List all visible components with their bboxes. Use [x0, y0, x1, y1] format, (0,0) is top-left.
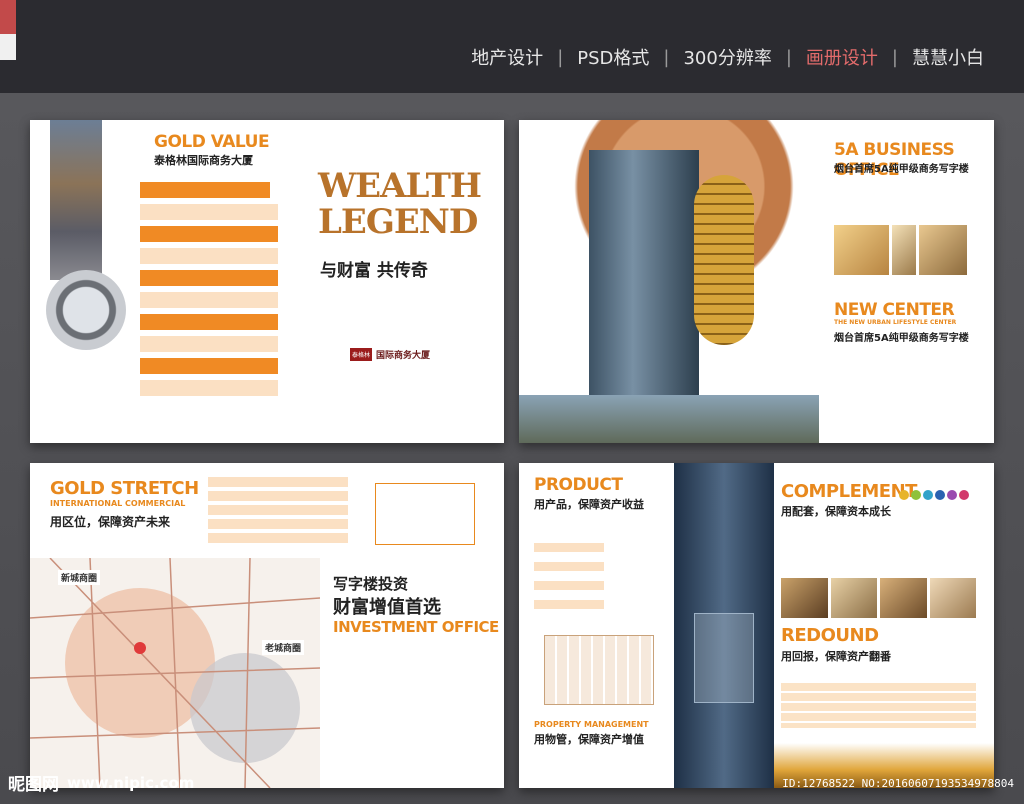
tag-list: [208, 477, 348, 547]
nav-item-real-estate[interactable]: 地产设计: [471, 44, 543, 70]
color-dots: [899, 485, 971, 504]
label-old-district: 老城商圈: [262, 640, 305, 655]
image-id-text: ID:12768522 NO:20160607193534978804: [782, 777, 1014, 790]
office-heading-2: 财富增值首选: [333, 597, 441, 618]
slogan: 与财富 共传奇: [320, 261, 428, 281]
heading-complement: COMPLEMENT: [781, 481, 917, 502]
nav-item-psd[interactable]: PSD格式: [577, 44, 649, 70]
heading-property-mgmt-cn: 用物管，保障资产增值: [534, 733, 644, 746]
heading-gold-stretch: GOLD STRETCH: [50, 478, 199, 499]
floor-plan: [544, 635, 654, 705]
feature-bar: [140, 292, 278, 308]
brochure-page-gold-value: GOLD VALUE 泰格林国际商务大厦 WEALTH LEGEND 与财富 共…: [30, 120, 504, 443]
feature-bar: [140, 270, 278, 286]
brand-logo: 泰格林 国际商务大厦: [350, 348, 430, 361]
lobby-photo: [834, 225, 889, 275]
product-tags: [534, 543, 664, 619]
wealth-legend-title: WEALTH LEGEND: [318, 166, 482, 242]
info-box: [375, 483, 475, 545]
heading-complement-cn: 用配套，保障资本成长: [781, 505, 891, 518]
brochure-page-product: PRODUCT 用产品，保障资产收益 PROPERTY MANAGEMENT 用…: [519, 463, 994, 788]
preview-stage: GOLD VALUE 泰格林国际商务大厦 WEALTH LEGEND 与财富 共…: [0, 93, 1024, 804]
heading-redound-cn: 用回报，保障资产翻番: [781, 650, 891, 663]
heading-product: PRODUCT: [534, 475, 623, 495]
feature-bar: [140, 314, 278, 330]
street-scene: [519, 395, 819, 443]
tower-illustration: [589, 150, 699, 425]
feature-bar: [140, 358, 278, 374]
feature-bars: [140, 182, 278, 402]
brochure-page-gold-stretch: GOLD STRETCH INTERNATIONAL COMMERCIAL 用区…: [30, 463, 504, 788]
watermark-footer: 昵图网 www.nipic.com: [8, 770, 194, 796]
map-roads: [30, 558, 320, 788]
corner-accent-light: [0, 34, 16, 60]
category-nav: 地产设计 | PSD格式 | 300分辨率 | 画册设计 | 慧慧小白: [471, 44, 984, 70]
heading-property-mgmt: PROPERTY MANAGEMENT: [534, 720, 649, 729]
feature-bar: [140, 182, 270, 198]
watermark-url[interactable]: www.nipic.com: [67, 774, 194, 792]
coins-stack: [694, 175, 754, 345]
amenity-photos: [781, 578, 976, 618]
label-new-district: 新城商圈: [58, 570, 101, 585]
interior-photo: [892, 225, 916, 275]
top-bar: 地产设计 | PSD格式 | 300分辨率 | 画册设计 | 慧慧小白: [0, 0, 1024, 93]
heading-redound: REDOUND: [781, 625, 879, 646]
photo-strip: [50, 120, 102, 280]
office-heading-1: 写字楼投资: [333, 575, 409, 593]
interior-photo: [919, 225, 967, 275]
nav-item-brochure[interactable]: 画册设计: [806, 44, 878, 70]
brochure-page-5a-office: 5A BUSINESS OFFICE 烟台首席5A纯甲级商务写字楼 NEW CE…: [519, 120, 994, 443]
watermark-logo: 昵图网: [8, 775, 59, 795]
feature-bar: [140, 204, 278, 220]
elevator-photo: [674, 463, 774, 788]
feature-bar: [140, 226, 278, 242]
nav-item-resolution[interactable]: 300分辨率: [683, 44, 771, 70]
returns-table: [781, 683, 976, 728]
feature-bar: [140, 336, 278, 352]
compass-watch-graphic: [46, 270, 126, 350]
feature-bar: [140, 380, 278, 396]
location-map: 新城商圈 老城商圈: [30, 558, 320, 788]
heading-location: 用区位，保障资产未来: [50, 515, 171, 529]
heading-gold-value: GOLD VALUE: [154, 132, 270, 152]
heading-product-cn: 用产品，保障资产收益: [534, 498, 644, 511]
feature-bar: [140, 248, 278, 264]
office-heading-en: INVESTMENT OFFICE: [333, 618, 499, 636]
heading-building-name: 泰格林国际商务大厦: [154, 154, 253, 167]
nav-item-author[interactable]: 慧慧小白: [912, 44, 984, 70]
heading-new-center: NEW CENTER: [834, 300, 955, 320]
heading-5a-cn: 烟台首席5A纯甲级商务写字楼: [834, 164, 969, 175]
heading-new-center-cn: 烟台首席5A纯甲级商务写字楼: [834, 333, 969, 344]
